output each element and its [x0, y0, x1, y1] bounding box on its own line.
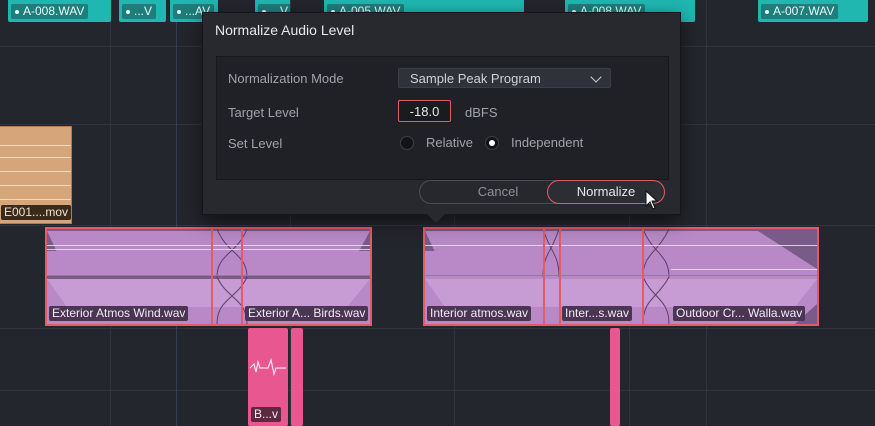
dropdown-value: Sample Peak Program	[410, 71, 541, 86]
dialog-pointer	[427, 214, 445, 223]
video-clip[interactable]: E001....mov	[0, 126, 72, 224]
set-level-label: Set Level	[228, 136, 283, 151]
normalize-audio-dialog: Normalize Audio Level Normalization Mode…	[202, 12, 681, 215]
clip-label: Outdoor Cr... Walla.wav	[673, 306, 806, 321]
target-level-input[interactable]: -18.0	[398, 100, 451, 122]
clip-label: Inter...s.wav	[562, 306, 633, 321]
clip-label: A-008.WAV	[11, 4, 89, 19]
audio-clip[interactable]: A-007.WAV	[758, 0, 868, 22]
clip-label: A-007.WAV	[761, 4, 839, 19]
clip-label: B...v	[251, 407, 282, 422]
audio-clip-selected[interactable]: Exterior Atmos Wind.wav Exterior A... Bi…	[45, 227, 372, 326]
clip-label: Interior atmos.wav	[427, 306, 532, 321]
audio-clip[interactable]	[610, 328, 620, 426]
normalization-mode-label: Normalization Mode	[228, 71, 344, 86]
clip-label: Exterior Atmos Wind.wav	[49, 306, 189, 321]
relative-label[interactable]: Relative	[426, 135, 473, 150]
independent-label[interactable]: Independent	[511, 135, 583, 150]
relative-radio[interactable]	[400, 136, 414, 150]
waveform	[249, 357, 286, 377]
chevron-down-icon	[590, 71, 602, 83]
audio-clip[interactable]: ...V	[119, 0, 166, 22]
clip-label: E001....mov	[1, 205, 71, 220]
playhead-marker-line	[176, 0, 177, 426]
clip-label: Exterior A... Birds.wav	[245, 306, 369, 321]
track-separator	[0, 390, 875, 391]
independent-radio[interactable]	[485, 136, 499, 150]
audio-clip-selected[interactable]: Interior atmos.wav Inter...s.wav Outdoor…	[423, 227, 819, 326]
audio-clip[interactable]: B...v	[248, 328, 288, 426]
target-level-unit: dBFS	[465, 105, 498, 120]
settings-panel: Normalization Mode Sample Peak Program T…	[216, 56, 669, 180]
track-separator	[0, 225, 875, 226]
audio-clip[interactable]	[291, 328, 303, 426]
track-separator	[0, 328, 875, 329]
mouse-cursor-icon	[645, 190, 659, 210]
audio-clip[interactable]: A-008.WAV	[8, 0, 111, 22]
target-level-label: Target Level	[228, 105, 299, 120]
clip-label: ...V	[122, 4, 157, 19]
normalization-mode-dropdown[interactable]: Sample Peak Program	[398, 68, 611, 88]
target-level-value: -18.0	[409, 104, 440, 119]
dialog-title: Normalize Audio Level	[215, 22, 355, 38]
grid-line	[706, 0, 707, 426]
grid-line	[110, 0, 111, 426]
